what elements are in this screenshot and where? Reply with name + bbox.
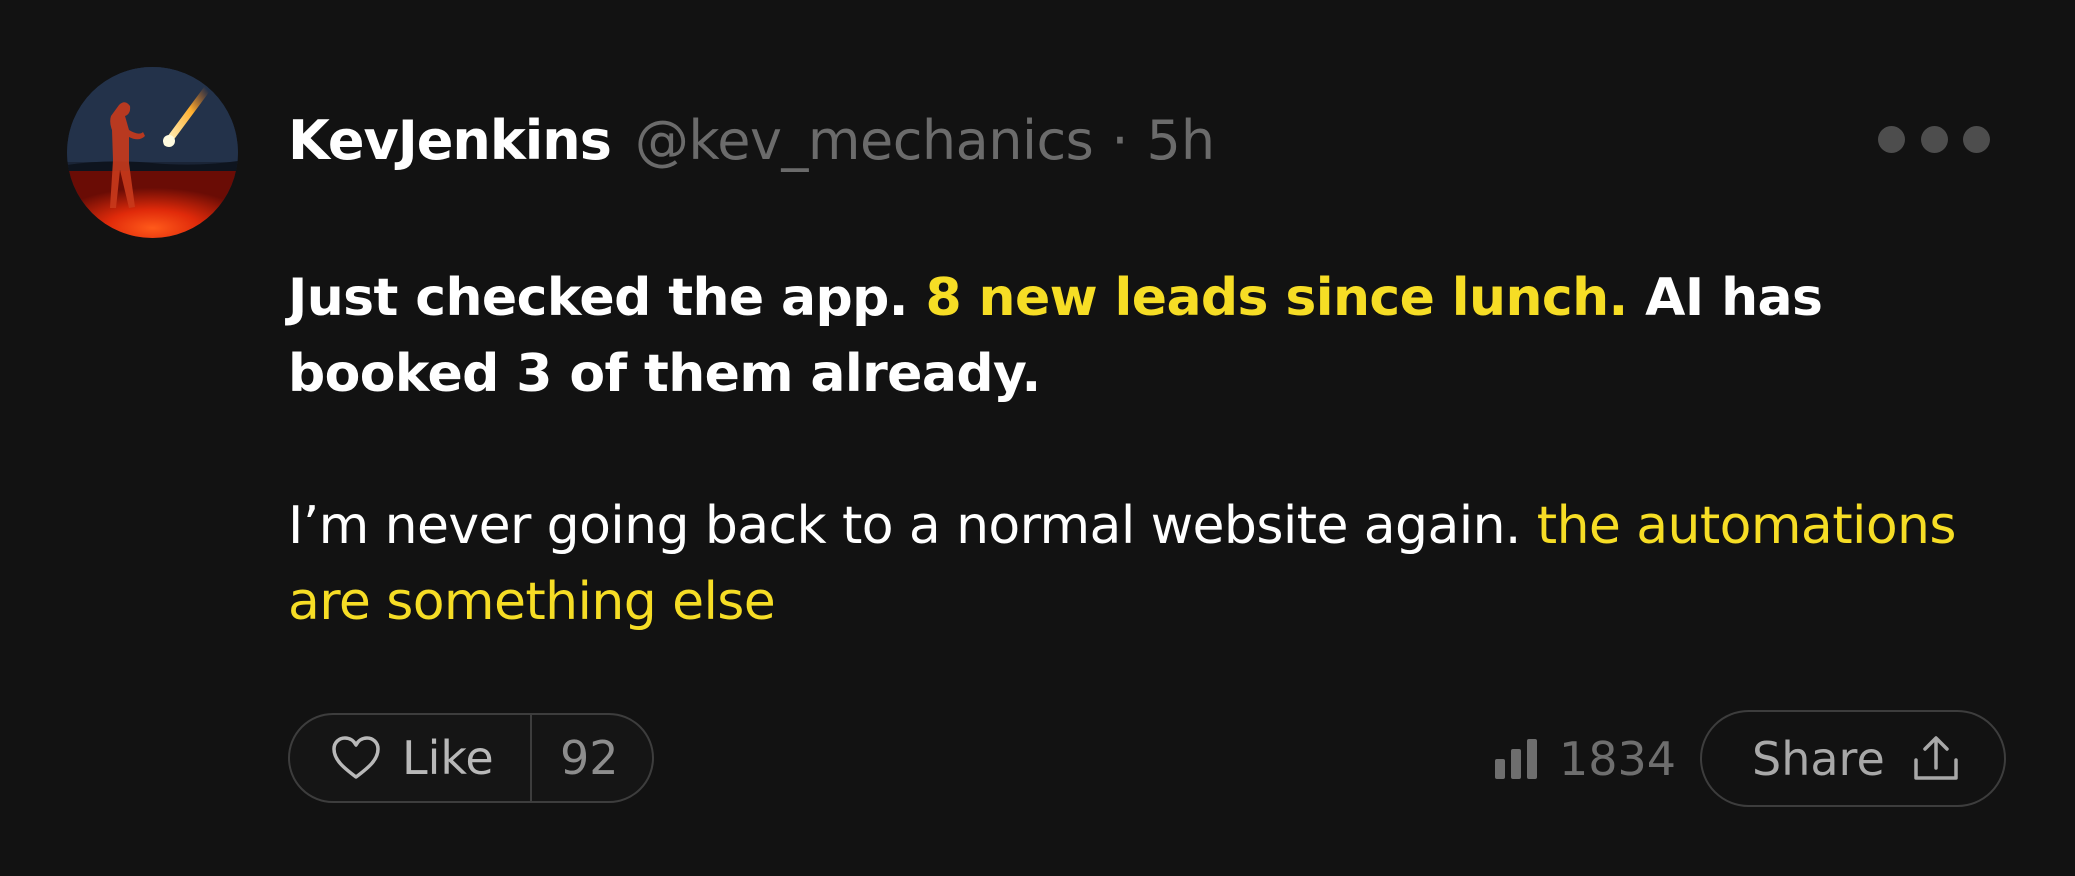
- more-horizontal-icon: [1920, 125, 1948, 153]
- views-count: 1834: [1559, 732, 1677, 786]
- paragraph-1-highlight: 8 new leads since lunch.: [925, 268, 1628, 328]
- avatar[interactable]: [67, 67, 238, 238]
- author-handle[interactable]: @kev_mechanics: [635, 109, 1094, 172]
- more-horizontal-icon: [1878, 125, 1905, 153]
- share-upload-icon: [1914, 735, 1958, 780]
- post-paragraph-1: Just checked the app. 8 new leads since …: [288, 260, 2008, 412]
- share-button[interactable]: Share: [1700, 710, 2006, 807]
- author-name[interactable]: KevJenkins: [288, 109, 612, 172]
- bar-chart-icon: [1495, 739, 1537, 779]
- like-label: Like: [402, 731, 494, 785]
- like-button[interactable]: Like: [290, 715, 532, 801]
- views-counter: 1834: [1495, 728, 1676, 790]
- paragraph-2-lead: I’m never going back to a normal website…: [288, 496, 1537, 556]
- post-body: Just checked the app. 8 new leads since …: [288, 260, 2008, 640]
- post-paragraph-2: I’m never going back to a normal website…: [288, 488, 2008, 640]
- post-header: KevJenkins @kev_mechanics · 5h: [288, 100, 1215, 180]
- post-time[interactable]: 5h: [1146, 109, 1215, 172]
- post-card: KevJenkins @kev_mechanics · 5h Just chec…: [0, 0, 2075, 876]
- share-label: Share: [1752, 731, 1885, 786]
- avatar-photo: [67, 67, 238, 238]
- more-options-button[interactable]: [1878, 122, 1990, 156]
- heart-icon: [332, 736, 380, 779]
- separator-dot: ·: [1111, 108, 1129, 172]
- like-count: 92: [560, 731, 619, 785]
- more-horizontal-icon: [1963, 125, 1990, 153]
- like-group: Like 92: [288, 713, 654, 803]
- paragraph-1-lead: Just checked the app.: [288, 268, 926, 328]
